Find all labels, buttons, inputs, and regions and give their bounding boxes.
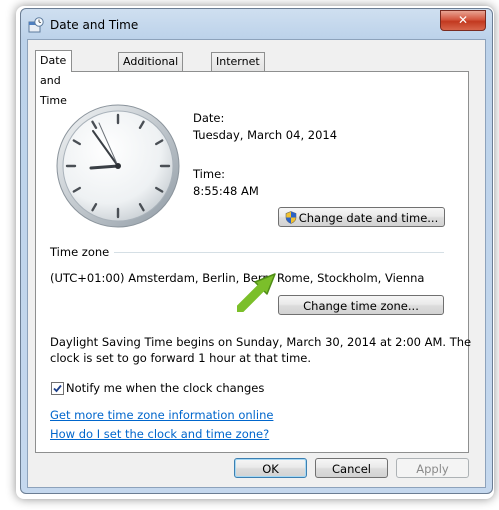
title-bar[interactable]: Date and Time ✕ — [21, 9, 492, 39]
change-time-zone-button[interactable]: Change time zone... — [278, 295, 444, 315]
analog-clock — [56, 104, 180, 228]
apply-button[interactable]: Apply — [396, 458, 469, 478]
tab-additional-clocks[interactable]: Additional Clocks — [118, 52, 184, 86]
date-value: Tuesday, March 04, 2014 — [193, 128, 338, 142]
close-icon: ✕ — [457, 13, 469, 27]
window-title: Date and Time — [50, 18, 139, 32]
time-value: 8:55:48 AM — [193, 184, 259, 198]
change-date-and-time-label: Change date and time... — [298, 211, 439, 225]
more-time-zone-info-link[interactable]: Get more time zone information online — [50, 408, 273, 422]
uac-shield-icon — [285, 211, 297, 224]
pointer-arrow-icon — [237, 273, 276, 312]
checkmark-icon — [53, 384, 62, 393]
cancel-button[interactable]: Cancel — [315, 458, 388, 478]
date-label: Date: — [193, 111, 225, 125]
tab-panel-date-and-time: Date: Tuesday, March 04, 2014 Time: 8:55… — [35, 71, 472, 453]
close-button[interactable]: ✕ — [440, 10, 486, 31]
time-label: Time: — [193, 167, 226, 181]
clock-hour-hand — [89, 164, 120, 170]
date-time-app-icon — [28, 17, 44, 33]
dst-info-line-1: Daylight Saving Time begins on Sunday, M… — [50, 335, 472, 349]
tab-date-and-time[interactable]: Date and Time — [35, 50, 72, 107]
dst-info-line-2: clock is set to go forward 1 hour at tha… — [50, 351, 312, 365]
date-and-time-window: Date and Time ✕ Date and Time Additional… — [20, 8, 493, 494]
dialog-client-area: Date and Time Additional Clocks Internet… — [27, 39, 486, 488]
time-zone-heading: Time zone — [50, 245, 110, 259]
notify-label[interactable]: Notify me when the clock changes — [66, 381, 264, 395]
ok-button[interactable]: OK — [234, 458, 307, 478]
change-date-and-time-button[interactable]: Change date and time... — [278, 207, 445, 227]
notify-checkbox[interactable] — [51, 382, 64, 395]
time-zone-divider — [114, 252, 444, 253]
tab-internet-time[interactable]: Internet Time — [211, 52, 265, 86]
how-to-set-clock-link[interactable]: How do I set the clock and time zone? — [50, 427, 269, 441]
